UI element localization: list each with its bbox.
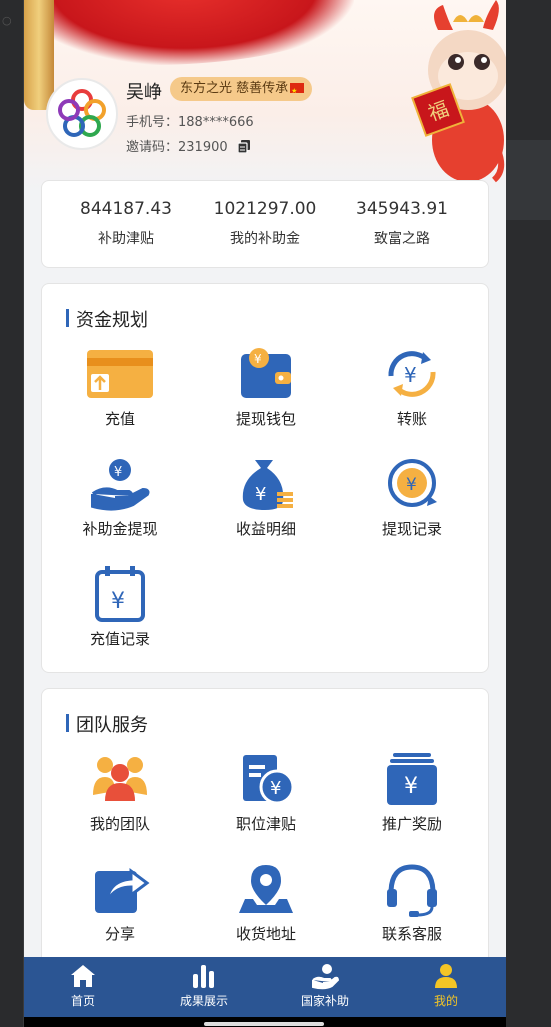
stat-value: 1021297.00: [213, 199, 317, 219]
grid-label: 我的团队: [89, 815, 150, 833]
allowance-icon: ¥: [243, 755, 295, 805]
bottom-tab-bar: 首页 成果展示 国家补助 我的: [24, 957, 506, 1017]
grid-label: 补助金提现: [82, 520, 158, 538]
grid-label: 收益明细: [235, 520, 296, 538]
bar-chart-icon: [193, 965, 214, 988]
my-team-button[interactable]: 我的团队: [50, 751, 190, 834]
location-icon: [239, 865, 293, 913]
phone-label: 手机号：: [126, 115, 179, 130]
background-window-left: ○: [0, 0, 24, 1027]
invite-code: 231900: [178, 140, 228, 155]
svg-text:¥: ¥: [270, 778, 281, 799]
grid-label: 提现记录: [381, 520, 442, 538]
withdraw-wallet-button[interactable]: ¥ 提现钱包: [196, 346, 336, 429]
user-name: 吴峥: [126, 82, 162, 103]
invite-label: 邀请码：: [126, 140, 179, 155]
svg-text:¥: ¥: [406, 475, 417, 495]
stat-label: 致富之路: [374, 231, 430, 247]
withdraw-record-icon: ¥: [388, 459, 437, 507]
home-icon: [71, 965, 95, 987]
grid-label: 分享: [104, 925, 135, 943]
tab-home[interactable]: 首页: [28, 957, 138, 1017]
profile-header: 吴峥 东方之光 慈善传承 手机号：188****666 邀请码：231900 福: [24, 0, 506, 190]
stat-wealth-road[interactable]: 345943.91 致富之路: [332, 199, 472, 248]
background-glyph: ○: [2, 14, 12, 27]
share-icon: [95, 868, 150, 913]
withdraw-record-button[interactable]: ¥ 提现记录: [342, 456, 482, 539]
grid-label: 转账: [396, 410, 427, 428]
income-details-button[interactable]: ¥ 收益明细: [196, 456, 336, 539]
background-panel: [506, 140, 551, 220]
grid-label: 提现钱包: [235, 410, 296, 428]
stat-subsidy-allowance[interactable]: 844187.43 补助津贴: [56, 199, 196, 248]
copy-icon[interactable]: [237, 140, 250, 157]
stat-label: 我的补助金: [230, 231, 300, 247]
svg-text:¥: ¥: [404, 774, 418, 799]
balance-stats-card: 844187.43 补助津贴 1021297.00 我的补助金 345943.9…: [41, 180, 489, 268]
subsidy-withdraw-button[interactable]: ¥ 补助金提现: [50, 456, 190, 539]
position-allowance-button[interactable]: ¥ 职位津贴: [196, 751, 336, 834]
phone-line: 手机号：188****666: [126, 111, 254, 130]
shipping-address-button[interactable]: 收货地址: [196, 861, 336, 944]
grid-label: 充值: [104, 410, 135, 428]
festive-ribbon: [24, 0, 354, 65]
team-service-section: 团队服务 我的团队 ¥ 职位津贴 ¥ 推广奖励 分享 收货地址 联系客服: [41, 688, 489, 988]
section-title: 团队服务: [66, 711, 148, 737]
china-flag-icon: [290, 79, 305, 103]
wallet-icon: ¥: [241, 348, 291, 398]
grid-label: 收货地址: [235, 925, 296, 943]
subsidy-hand-icon: [312, 964, 340, 990]
grid-label: 联系客服: [381, 925, 442, 943]
transfer-icon: ¥: [388, 351, 436, 397]
reward-box-icon: ¥: [387, 753, 437, 805]
grid-label: 推广奖励: [381, 815, 442, 833]
tab-label: 我的: [433, 994, 458, 1008]
phone-screen: 吴峥 东方之光 慈善传承 手机号：188****666 邀请码：231900 福: [24, 0, 506, 1027]
team-icon: [93, 757, 147, 801]
promotion-reward-button[interactable]: ¥ 推广奖励: [342, 751, 482, 834]
charity-logo-icon: [58, 89, 106, 137]
tab-national-subsidy[interactable]: 国家补助: [270, 957, 380, 1017]
user-icon: [435, 964, 457, 988]
hand-coin-icon: ¥: [91, 459, 150, 511]
recharge-record-button[interactable]: ¥ 充值记录: [50, 566, 190, 649]
recharge-button[interactable]: 充值: [50, 346, 190, 429]
section-title: 资金规划: [66, 306, 148, 332]
stat-my-subsidy[interactable]: 1021297.00 我的补助金: [195, 199, 335, 248]
fund-planning-section: 资金规划 充值 ¥ 提现钱包 ¥ 转账 ¥ 补助金提现 ¥ 收益明细 ¥ 提现记…: [41, 283, 489, 673]
grid-label: 职位津贴: [235, 815, 296, 833]
home-indicator[interactable]: [204, 1022, 324, 1026]
svg-text:¥: ¥: [111, 589, 125, 614]
svg-text:¥: ¥: [254, 352, 262, 366]
card-icon: [87, 350, 153, 398]
phone-number: 188****666: [178, 115, 254, 130]
share-button[interactable]: 分享: [50, 861, 190, 944]
background-window-right: [506, 0, 551, 1027]
invite-line: 邀请码：231900: [126, 136, 250, 157]
transfer-button[interactable]: ¥ 转账: [342, 346, 482, 429]
stat-value: 345943.91: [356, 199, 448, 219]
grid-label: 充值记录: [89, 630, 150, 648]
svg-text:¥: ¥: [255, 484, 266, 505]
tab-label: 国家补助: [300, 994, 349, 1008]
stat-value: 844187.43: [80, 199, 172, 219]
tab-mine[interactable]: 我的: [391, 957, 501, 1017]
dragon-mascot-icon: 福: [411, 0, 506, 183]
contact-support-button[interactable]: 联系客服: [342, 861, 482, 944]
svg-text:¥: ¥: [404, 363, 417, 387]
svg-text:¥: ¥: [114, 465, 122, 480]
headset-icon: [387, 864, 437, 917]
tab-label: 成果展示: [179, 994, 228, 1008]
calendar-yen-icon: ¥: [95, 566, 145, 622]
tab-label: 首页: [70, 994, 95, 1008]
money-bag-icon: ¥: [242, 460, 293, 510]
avatar[interactable]: [46, 78, 118, 150]
honor-badge: 东方之光 慈善传承: [170, 77, 313, 103]
tab-achievements[interactable]: 成果展示: [149, 957, 259, 1017]
stat-label: 补助津贴: [98, 231, 154, 247]
honor-badge-text: 东方之光 慈善传承: [180, 81, 289, 96]
